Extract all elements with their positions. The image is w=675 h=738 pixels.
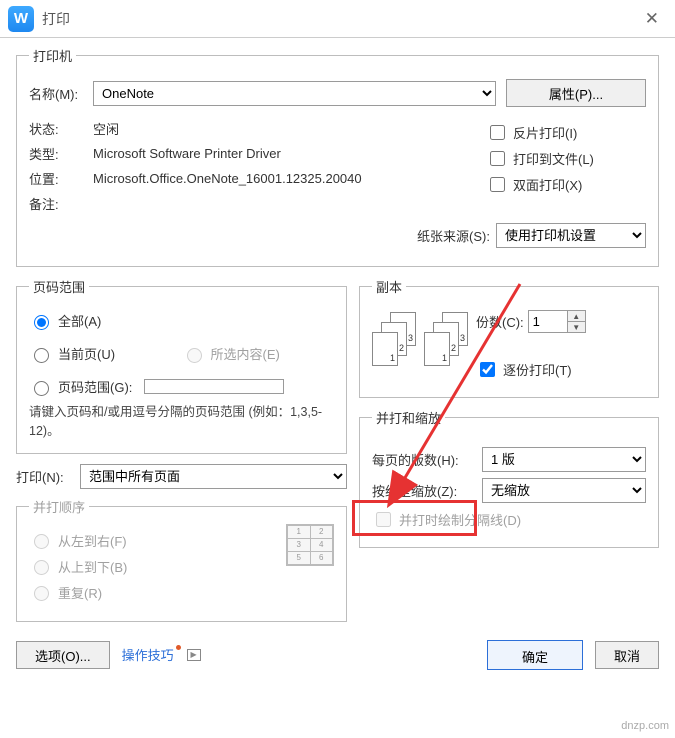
watermark: dnzp.com xyxy=(621,720,669,732)
options-button[interactable]: 选项(O)... xyxy=(16,641,110,669)
zoom-group: 并打和缩放 每页的版数(H): 1 版 按纸型缩放(Z): 无缩放 并打时绘制分… xyxy=(359,408,659,548)
play-icon: ▶ xyxy=(187,649,201,661)
nup-ttb-input xyxy=(34,560,49,575)
range-pages-label: 页码范围(G): xyxy=(58,377,132,396)
tips-link[interactable]: 操作技巧 ▶ xyxy=(122,645,201,664)
printer-group: 打印机 名称(M): OneNote 属性(P)... 状态: 空闲 类型: M… xyxy=(16,46,659,267)
sep-checkbox-input xyxy=(376,512,391,527)
collate-label: 逐份打印(T) xyxy=(503,360,572,379)
cancel-button[interactable]: 取消 xyxy=(595,641,659,669)
range-group: 页码范围 全部(A) 当前页(U) 所选内容(E) xyxy=(16,277,347,454)
zoom-legend: 并打和缩放 xyxy=(372,408,445,427)
duplex-checkbox-input[interactable] xyxy=(490,177,505,192)
type-label: 类型: xyxy=(29,144,93,163)
sep-checkbox: 并打时绘制分隔线(D) xyxy=(372,509,646,530)
nup-ttb-label: 从上到下(B) xyxy=(58,557,127,576)
print-what-label: 打印(N): xyxy=(16,467,80,486)
tips-dot-icon xyxy=(176,645,181,650)
nup-repeat-radio: 重复(R) xyxy=(29,583,286,602)
spinner-down-icon[interactable]: ▼ xyxy=(568,322,585,332)
range-all-radio[interactable]: 全部(A) xyxy=(29,311,334,330)
nup-repeat-label: 重复(R) xyxy=(58,583,102,602)
range-selection-input xyxy=(187,348,202,363)
printer-name-select[interactable]: OneNote xyxy=(93,81,496,106)
remark-label: 备注: xyxy=(29,194,93,213)
mirror-label: 反片打印(I) xyxy=(513,123,577,142)
nup-ltr-input xyxy=(34,534,49,549)
scale-label: 按纸型缩放(Z): xyxy=(372,481,482,500)
mirror-checkbox[interactable]: 反片打印(I) xyxy=(486,122,646,143)
copies-input[interactable] xyxy=(528,310,568,333)
copies-label: 份数(C): xyxy=(476,312,524,331)
nup-ltr-radio: 从左到右(F) xyxy=(29,531,286,550)
nup-ltr-label: 从左到右(F) xyxy=(58,531,127,550)
close-icon[interactable]: ✕ xyxy=(639,5,665,33)
tofile-checkbox-input[interactable] xyxy=(490,151,505,166)
location-label: 位置: xyxy=(29,169,93,188)
nup-preview-icon: 123456 xyxy=(286,524,334,566)
location-value: Microsoft.Office.OneNote_16001.12325.200… xyxy=(93,171,423,186)
range-all-input[interactable] xyxy=(34,315,49,330)
range-selection-radio: 所选内容(E) xyxy=(182,344,335,363)
type-value: Microsoft Software Printer Driver xyxy=(93,146,281,161)
range-current-input[interactable] xyxy=(34,348,49,363)
range-hint: 请键入页码和/或用逗号分隔的页码范围 (例如：1,3,5-12)。 xyxy=(29,403,334,441)
pps-select[interactable]: 1 版 xyxy=(482,447,646,472)
range-selection-label: 所选内容(E) xyxy=(211,344,280,363)
tips-label: 操作技巧 xyxy=(122,645,174,664)
window-title: 打印 xyxy=(42,9,639,29)
mirror-checkbox-input[interactable] xyxy=(490,125,505,140)
tofile-checkbox[interactable]: 打印到文件(L) xyxy=(486,148,646,169)
printer-name-label: 名称(M): xyxy=(29,84,93,103)
copies-spinner[interactable]: ▲ ▼ xyxy=(528,310,586,333)
sep-label: 并打时绘制分隔线(D) xyxy=(399,510,521,529)
spinner-up-icon[interactable]: ▲ xyxy=(568,311,585,322)
range-pages-input[interactable] xyxy=(34,381,49,396)
collate-checkbox-input[interactable] xyxy=(480,362,495,377)
copies-legend: 副本 xyxy=(372,277,406,296)
printer-legend: 打印机 xyxy=(29,46,76,65)
range-pages-field[interactable] xyxy=(144,379,284,394)
print-what-select[interactable]: 范围中所有页面 xyxy=(80,464,347,489)
nup-order-group: 并打顺序 从左到右(F) 从上到下(B) 重复(R) xyxy=(16,497,347,622)
nup-ttb-radio: 从上到下(B) xyxy=(29,557,286,576)
app-icon: W xyxy=(8,6,34,32)
nup-repeat-input xyxy=(34,586,49,601)
scale-select[interactable]: 无缩放 xyxy=(482,478,646,503)
status-label: 状态: xyxy=(29,119,93,138)
duplex-label: 双面打印(X) xyxy=(513,175,582,194)
paper-source-label: 纸张来源(S): xyxy=(417,226,490,245)
duplex-checkbox[interactable]: 双面打印(X) xyxy=(486,174,646,195)
range-legend: 页码范围 xyxy=(29,277,89,296)
range-current-radio[interactable]: 当前页(U) xyxy=(29,344,182,363)
properties-button[interactable]: 属性(P)... xyxy=(506,79,646,107)
ok-button[interactable]: 确定 xyxy=(487,640,583,670)
range-pages-radio[interactable]: 页码范围(G): xyxy=(29,377,334,396)
paper-source-select[interactable]: 使用打印机设置 xyxy=(496,223,646,248)
nup-legend: 并打顺序 xyxy=(29,497,89,516)
copies-group: 副本 321 321 份数(C): xyxy=(359,277,659,398)
range-all-label: 全部(A) xyxy=(58,311,101,330)
pps-label: 每页的版数(H): xyxy=(372,450,482,469)
status-value: 空闲 xyxy=(93,119,119,138)
collate-checkbox[interactable]: 逐份打印(T) xyxy=(476,359,646,380)
collate-icon: 321 321 xyxy=(372,304,468,374)
tofile-label: 打印到文件(L) xyxy=(513,149,594,168)
range-current-label: 当前页(U) xyxy=(58,344,115,363)
